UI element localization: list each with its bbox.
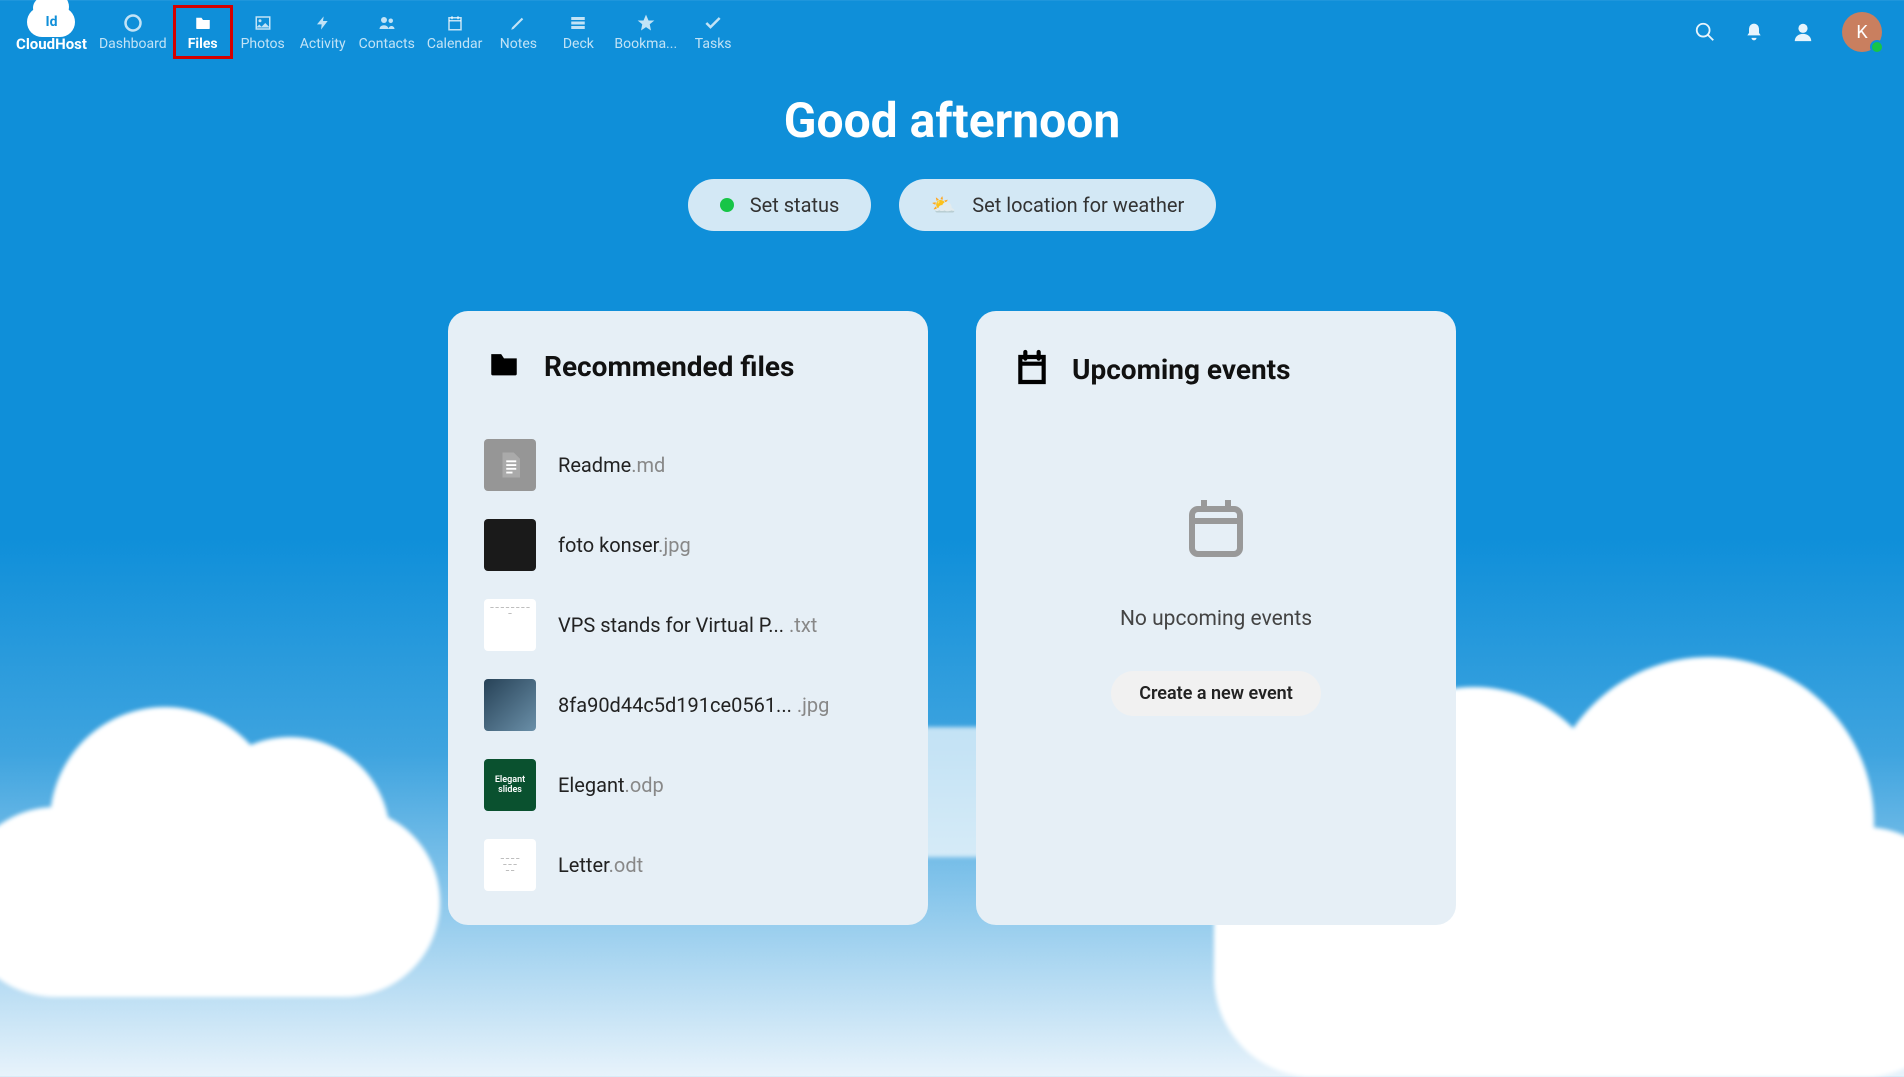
file-item[interactable]: Readme.md <box>484 425 892 505</box>
nav-label: Notes <box>500 36 537 52</box>
users-icon <box>376 12 398 34</box>
file-ext-label: .odt <box>609 853 644 877</box>
bolt-icon <box>315 12 331 34</box>
file-thumb-text: — — — —— — —— — <box>484 839 536 891</box>
set-weather-button[interactable]: ⛅ Set location for weather <box>899 179 1216 231</box>
file-name-label: Elegant <box>558 773 625 797</box>
file-item[interactable]: — — — —— — —— — Letter.odt <box>484 825 892 905</box>
nav-label: Activity <box>300 36 346 52</box>
file-ext-label: .md <box>631 453 665 477</box>
file-item[interactable]: Elegant slides Elegant.odp <box>484 745 892 825</box>
weather-icon: ⛅ <box>931 193 956 217</box>
file-name-label: 8fa90d44c5d191ce0561... <box>558 693 797 717</box>
file-thumb-image <box>484 519 536 571</box>
file-item[interactable]: foto konser.jpg <box>484 505 892 585</box>
file-list: Readme.md foto konser.jpg — — — — — — — … <box>484 425 892 905</box>
recommended-files-title: Recommended files <box>544 350 794 383</box>
file-ext-label: .jpg <box>797 693 830 717</box>
set-status-label: Set status <box>750 193 840 217</box>
logo-cloudhost[interactable]: Id CloudHost <box>10 7 93 57</box>
top-navbar: Id CloudHost Dashboard Files Photos Acti… <box>0 0 1904 64</box>
status-dot-icon <box>720 198 734 212</box>
folder-icon <box>193 12 213 34</box>
nav-bookmarks[interactable]: Bookma... <box>608 8 683 56</box>
nav-label: Tasks <box>695 36 732 52</box>
recommended-files-card: Recommended files Readme.md foto konser.… <box>448 311 928 925</box>
nav-label: Calendar <box>427 36 483 52</box>
file-name-label: Readme <box>558 453 631 477</box>
upcoming-events-card: Upcoming events No upcoming events Creat… <box>976 311 1456 925</box>
file-ext-label: .txt <box>789 613 817 637</box>
nav-tasks[interactable]: Tasks <box>683 8 743 56</box>
nav-files[interactable]: Files <box>173 5 233 59</box>
pencil-icon <box>509 12 527 34</box>
star-icon <box>636 12 656 34</box>
circle-icon <box>123 12 143 34</box>
image-icon <box>253 12 273 34</box>
file-ext-label: .jpg <box>658 533 691 557</box>
notifications-icon[interactable] <box>1744 21 1764 43</box>
file-thumb-slides: Elegant slides <box>484 759 536 811</box>
file-name-label: foto konser <box>558 533 658 557</box>
status-online-dot <box>1870 40 1884 54</box>
nav-label: Files <box>188 36 218 52</box>
nav-label: Contacts <box>359 36 415 52</box>
check-icon <box>703 12 723 34</box>
nav-deck[interactable]: Deck <box>548 8 608 56</box>
cloud-icon: Id <box>27 11 75 33</box>
avatar-initial: K <box>1856 22 1867 43</box>
file-doc-icon <box>484 439 536 491</box>
greeting-title: Good afternoon <box>0 92 1904 149</box>
nav-label: Photos <box>241 36 285 52</box>
create-event-button[interactable]: Create a new event <box>1111 671 1321 716</box>
calendar-empty-icon <box>1180 491 1252 567</box>
user-avatar[interactable]: K <box>1842 12 1882 52</box>
file-ext-label: .odp <box>625 773 664 797</box>
file-item[interactable]: — — — — — — — — — VPS stands for Virtual… <box>484 585 892 665</box>
contacts-menu-icon[interactable] <box>1792 21 1814 43</box>
nav-label: Dashboard <box>99 36 167 52</box>
nav-label: Deck <box>563 36 594 52</box>
nav-dashboard[interactable]: Dashboard <box>93 8 173 56</box>
set-weather-label: Set location for weather <box>972 193 1184 217</box>
upcoming-events-title: Upcoming events <box>1072 353 1291 386</box>
search-icon[interactable] <box>1694 21 1716 43</box>
nav-notes[interactable]: Notes <box>488 8 548 56</box>
nav-contacts[interactable]: Contacts <box>353 8 421 56</box>
folder-icon <box>484 347 524 385</box>
file-item[interactable]: 8fa90d44c5d191ce0561... .jpg <box>484 665 892 745</box>
calendar-icon <box>1012 347 1052 391</box>
brand-name-label: CloudHost <box>16 35 87 53</box>
file-name-label: Letter <box>558 853 609 877</box>
set-status-button[interactable]: Set status <box>688 179 872 231</box>
logo-text: Id <box>45 14 57 30</box>
deck-icon <box>569 12 587 34</box>
no-events-text: No upcoming events <box>1120 607 1312 631</box>
file-thumb-image <box>484 679 536 731</box>
calendar-icon <box>446 12 464 34</box>
nav-calendar[interactable]: Calendar <box>421 8 489 56</box>
nav-label: Bookma... <box>614 36 677 52</box>
nav-photos[interactable]: Photos <box>233 8 293 56</box>
file-thumb-text: — — — — — — — — — <box>484 599 536 651</box>
file-name-label: VPS stands for Virtual P... <box>558 613 789 637</box>
nav-activity[interactable]: Activity <box>293 8 353 56</box>
